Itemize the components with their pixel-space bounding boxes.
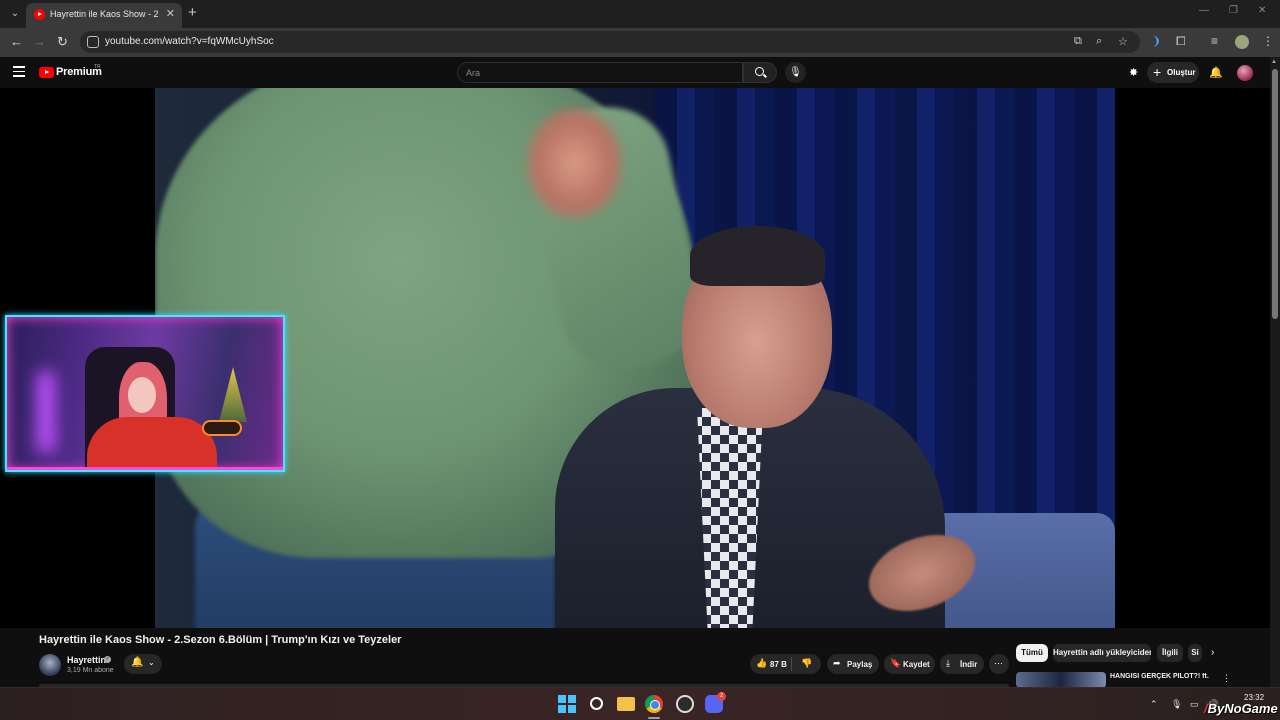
scroll-up-arrow-icon[interactable]: ▲ [1271, 59, 1277, 65]
download-button[interactable]: ⤓ İndir [940, 654, 984, 674]
more-actions-button[interactable]: ⋯ [989, 654, 1009, 674]
video-title: Hayrettin ile Kaos Show - 2.Sezon 6.Bölü… [39, 634, 402, 646]
back-arrow-icon[interactable]: ← [10, 34, 23, 49]
share-label: Paylaş [847, 660, 873, 669]
webcam-microphone [202, 420, 242, 436]
chrome-icon[interactable] [645, 695, 663, 713]
youtube-favicon-icon [34, 9, 45, 20]
obs-icon[interactable] [676, 695, 694, 713]
account-avatar[interactable] [1237, 65, 1253, 81]
tab-search-chevron-icon[interactable]: ⌄ [6, 5, 24, 23]
webcam-streamer-face [128, 377, 156, 413]
install-app-icon[interactable]: ⧉ [1074, 35, 1082, 48]
browser-tab-strip: ⌄ Hayrettin ile Kaos Show - 2.Sez ✕ + — … [0, 0, 1280, 28]
tab-title: Hayrettin ile Kaos Show - 2.Sez [50, 9, 158, 19]
webcam-purple-light [37, 372, 55, 452]
address-bar[interactable]: youtube.com/watch?v=fqWMcUyhSoc ⧉ ⌕ ☆ [80, 31, 1140, 53]
new-tab-plus-icon[interactable]: + [188, 4, 197, 21]
thumbs-down-icon: 👎 [801, 658, 813, 668]
save-bookmark-icon: 🔖 [890, 658, 902, 668]
browser-profile-avatar[interactable] [1235, 35, 1249, 49]
subscription-bell-button[interactable]: 🔔 ⌄ [124, 654, 162, 674]
save-button[interactable]: 🔖 Kaydet [884, 654, 935, 674]
webcam-christmas-tree [219, 367, 247, 422]
notifications-bell-icon[interactable]: 🔔 [1209, 66, 1223, 79]
youtube-logo-icon[interactable] [39, 67, 54, 78]
region-code: TR [94, 64, 101, 70]
window-close-icon[interactable]: ✕ [1258, 5, 1266, 16]
create-plus-icon: + [1153, 64, 1162, 80]
search-button[interactable] [743, 62, 777, 83]
chip-all[interactable]: Tümü [1016, 644, 1048, 662]
chips-next-chevron-icon[interactable]: › [1211, 647, 1214, 658]
site-info-icon[interactable] [87, 36, 99, 48]
extension-blue-icon[interactable]: ❩ [1151, 34, 1161, 48]
window-minimize-icon[interactable]: — [1199, 5, 1209, 16]
related-video-thumbnail[interactable] [1016, 672, 1106, 688]
chip-related[interactable]: İlgili [1157, 644, 1183, 662]
window-restore-icon[interactable]: ❐ [1229, 5, 1238, 16]
browser-menu-icon[interactable]: ⋮ [1262, 34, 1274, 48]
url-text: youtube.com/watch?v=fqWMcUyhSoc [105, 36, 274, 47]
reload-icon[interactable]: ↻ [57, 34, 68, 50]
forward-arrow-icon[interactable]: → [33, 34, 46, 49]
bookmark-star-icon[interactable]: ☆ [1118, 35, 1128, 48]
related-more-dots-icon[interactable]: ⋮ [1222, 673, 1231, 684]
channel-avatar[interactable] [39, 654, 61, 676]
chip-more[interactable]: Si [1188, 644, 1202, 662]
tab-close-icon[interactable]: ✕ [166, 7, 175, 20]
create-button[interactable]: + Oluştur [1147, 62, 1199, 83]
channel-name[interactable]: Hayrettin [67, 655, 106, 665]
like-dislike-segment: 👍 87 B 👎 [750, 654, 821, 674]
host-hair [690, 226, 825, 286]
tray-chevron-up-icon[interactable]: ⌃ [1150, 699, 1158, 710]
extensions-puzzle-icon[interactable]: ⧠ [1176, 34, 1186, 49]
guide-menu-icon[interactable] [13, 66, 25, 77]
subscriber-count: 3,19 Mn abone [67, 667, 114, 674]
webcam-streamer-sweater [87, 417, 217, 470]
active-app-indicator [648, 717, 660, 719]
voice-search-mic-icon[interactable]: 🎙 [785, 62, 806, 83]
zoom-icon[interactable]: ⌕ [1096, 35, 1102, 48]
more-dots-icon: ⋯ [994, 658, 1003, 668]
browser-toolbar: ← → ↻ youtube.com/watch?v=fqWMcUyhSoc ⧉ … [0, 28, 1280, 57]
download-icon: ⤓ [946, 658, 950, 668]
dislike-button[interactable]: 👎 [792, 654, 821, 674]
streamer-webcam-overlay [5, 315, 285, 472]
discord-icon[interactable]: 2 [705, 692, 726, 713]
share-button[interactable]: ➦ Paylaş [827, 654, 879, 674]
chevron-down-icon: ⌄ [148, 658, 155, 667]
download-label: İndir [960, 660, 978, 669]
related-video-title[interactable]: HANGİSİ GERÇEK PİLOT?! ft. [1110, 673, 1210, 680]
tray-display-icon[interactable]: ▭ [1190, 699, 1199, 710]
save-label: Kaydet [903, 660, 930, 669]
search-box [457, 62, 743, 83]
file-explorer-icon[interactable] [617, 697, 635, 711]
verified-check-icon: ✓ [104, 656, 111, 663]
bell-icon: 🔔 [131, 657, 144, 668]
thumbs-up-icon: 👍 [756, 658, 768, 668]
taskbar-search-icon[interactable] [590, 697, 603, 710]
browser-tab-active[interactable]: Hayrettin ile Kaos Show - 2.Sez ✕ [26, 3, 182, 28]
video-frame [155, 88, 1115, 628]
search-icon [755, 67, 764, 76]
like-button[interactable]: 👍 87 B [750, 654, 790, 674]
page-scrollbar[interactable]: ▲ [1270, 57, 1280, 687]
discord-notification-badge: 2 [717, 692, 726, 701]
like-count: 87 B [770, 660, 787, 669]
bynogame-watermark: /ByNoGame [1204, 701, 1278, 716]
sparkle-cast-icon[interactable]: ✸ [1129, 66, 1138, 79]
watermark-text: ByNoGame [1207, 701, 1278, 716]
media-control-icon[interactable]: ≡ [1211, 34, 1218, 48]
person-hand [527, 108, 622, 218]
chip-from-uploader[interactable]: Hayrettin adlı yükleyiciden [1053, 644, 1151, 662]
share-arrow-icon: ➦ [833, 658, 841, 668]
tray-mic-icon[interactable]: 🎙 [1171, 699, 1182, 710]
windows-start-icon[interactable] [558, 695, 576, 713]
youtube-masthead: Premium TR 🎙 ✸ + Oluştur 🔔 [0, 57, 1270, 88]
windows-taskbar: 2 ⌃ 🎙 ▭ 🔊 [0, 687, 1280, 720]
scroll-thumb[interactable] [1272, 69, 1278, 319]
search-input[interactable] [466, 66, 736, 80]
create-label: Oluştur [1167, 68, 1196, 77]
